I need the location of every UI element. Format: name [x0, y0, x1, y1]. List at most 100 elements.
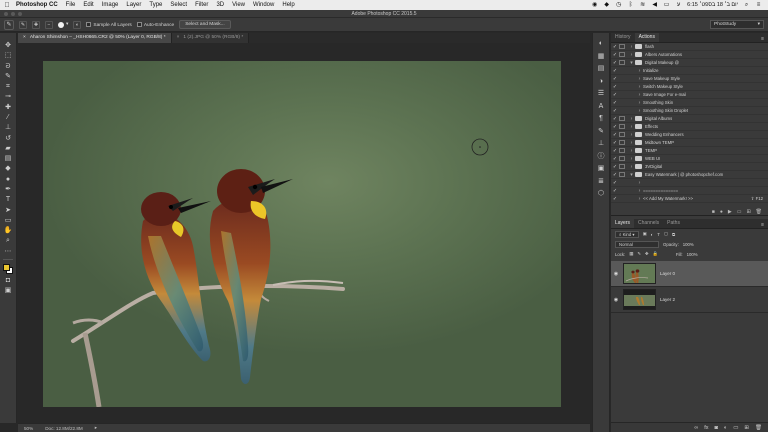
collapsed-arrow-icon[interactable]: › — [636, 84, 643, 90]
clone-source-icon[interactable]: ⊥ — [596, 139, 606, 148]
layer-row[interactable]: ◉ Layer 2 — [611, 287, 768, 313]
visibility-eye-icon[interactable]: ◉ — [611, 297, 621, 303]
libraries-panel-icon[interactable]: ▤ — [596, 64, 606, 73]
type-tool-icon[interactable]: T — [3, 196, 13, 204]
toggle-check-icon[interactable]: ✓ — [611, 100, 619, 106]
dialog-toggle-icon[interactable] — [619, 60, 625, 65]
action-row[interactable]: ✓ › Switch Makeup Style — [611, 83, 768, 91]
collapsed-arrow-icon[interactable]: › — [636, 76, 643, 82]
checkbox-box[interactable] — [86, 21, 92, 27]
action-row[interactable]: ✓ › 3VDigital — [611, 163, 768, 171]
quick-selection-tool-icon[interactable]: ✎ — [3, 73, 13, 81]
more-tools-icon[interactable]: ⋯ — [3, 248, 13, 256]
lock-position-icon[interactable]: ✥ — [645, 251, 649, 257]
trash-icon[interactable]: 🗑 — [756, 209, 762, 215]
zoom-tool-icon[interactable]: ⌕ — [3, 237, 13, 245]
action-row[interactable]: ✓ › WEB UI — [611, 155, 768, 163]
panel-menu-icon[interactable]: ≡ — [761, 36, 768, 42]
play-icon[interactable]: ▶ — [728, 209, 732, 215]
history-brush-tool-icon[interactable]: ↺ — [3, 135, 13, 143]
collapsed-arrow-icon[interactable]: › — [628, 156, 635, 162]
toggle-check-icon[interactable]: ✓ — [611, 76, 619, 82]
quick-mask-icon[interactable]: ◘ — [3, 277, 13, 285]
sample-all-layers-checkbox[interactable]: Sample All Layers — [86, 21, 132, 27]
toggle-check-icon[interactable]: ✓ — [611, 180, 619, 186]
toggle-check-icon[interactable]: ✓ — [611, 60, 619, 66]
layer-kind-filter[interactable]: ⌕ Kind ▾ — [615, 230, 639, 238]
lock-transparency-icon[interactable]: ▦ — [629, 251, 633, 257]
new-layer-icon[interactable]: ⊞ — [744, 425, 749, 431]
expanded-arrow-icon[interactable]: ▾ — [628, 172, 635, 178]
toggle-check-icon[interactable]: ✓ — [611, 148, 619, 154]
dialog-toggle-icon[interactable] — [619, 52, 625, 57]
action-row[interactable]: ✓ › Albers Automations — [611, 51, 768, 59]
action-row[interactable]: ✓ ▾ Digital Makeup @ — [611, 59, 768, 67]
action-row[interactable]: ✓ › Digital Albums — [611, 115, 768, 123]
menu-view[interactable]: View — [228, 2, 249, 8]
hand-tool-icon[interactable]: ✋ — [3, 227, 13, 235]
action-row[interactable]: ✓ › Initialize — [611, 67, 768, 75]
action-row[interactable]: ✓ › Save Image For e-mail — [611, 91, 768, 99]
menu-file[interactable]: File — [62, 2, 80, 8]
filter-smart-object-icon[interactable]: ⧉ — [672, 232, 675, 237]
minimize-window-button[interactable] — [11, 12, 15, 16]
toggle-check-icon[interactable]: ✓ — [611, 156, 619, 162]
zoom-level[interactable]: 50% — [24, 426, 33, 431]
collapsed-arrow-icon[interactable]: › — [628, 52, 635, 58]
toggle-check-icon[interactable]: ✓ — [611, 44, 619, 50]
collapsed-arrow-icon[interactable]: › — [628, 164, 635, 170]
color-swatches[interactable] — [2, 263, 14, 275]
blend-mode-select[interactable]: Normal — [615, 240, 659, 248]
clone-stamp-tool-icon[interactable]: ⊥ — [3, 124, 13, 132]
dodge-tool-icon[interactable]: ● — [3, 176, 13, 184]
eraser-tool-icon[interactable]: ▰ — [3, 145, 13, 153]
menu-select[interactable]: Select — [166, 2, 191, 8]
adjustment-layer-icon[interactable]: ◐ — [724, 425, 727, 431]
notification-center-icon[interactable]: ≡ — [755, 2, 762, 8]
fill-value[interactable]: 100% — [687, 252, 698, 257]
toggle-check-icon[interactable]: ✓ — [611, 164, 619, 170]
document-tab-active[interactable]: × Aharon Shimshon – _HSH0665.CR2 @ 50% (L… — [18, 33, 172, 43]
chevron-right-icon[interactable]: ▸ — [95, 425, 97, 431]
brush-presets-icon[interactable]: ✎ — [596, 127, 606, 136]
stop-icon[interactable]: ■ — [712, 209, 715, 215]
apple-menu-icon[interactable]:  — [0, 2, 14, 9]
toggle-check-icon[interactable]: ✓ — [611, 196, 619, 202]
toggle-check-icon[interactable]: ✓ — [611, 92, 619, 98]
layer-row[interactable]: ◉ Layer 0 — [611, 261, 768, 287]
collapsed-arrow-icon[interactable]: › — [636, 108, 643, 114]
action-row[interactable]: ✓ › Effects — [611, 123, 768, 131]
tab-channels[interactable]: Channels — [634, 219, 663, 228]
crop-tool-icon[interactable]: ⌗ — [3, 83, 13, 91]
creative-cloud-icon[interactable]: ◉ — [591, 2, 598, 8]
subtract-from-selection-icon[interactable]: − — [45, 20, 53, 29]
collapsed-arrow-icon[interactable]: › — [628, 148, 635, 154]
menu-image[interactable]: Image — [98, 2, 123, 8]
character-panel-icon[interactable]: A — [596, 102, 606, 111]
action-row[interactable]: ✓ › Smoothing Skin — [611, 99, 768, 107]
swatches-panel-icon[interactable]: ▦ — [596, 52, 606, 61]
action-row[interactable]: ✓ › << Add My Watermark! >> ⇧ F12 — [611, 195, 768, 203]
dropbox-icon[interactable]: ◆ — [603, 2, 610, 8]
menu-edit[interactable]: Edit — [79, 2, 97, 8]
toggle-check-icon[interactable]: ✓ — [611, 172, 619, 178]
opacity-value[interactable]: 100% — [683, 242, 694, 247]
collapsed-arrow-icon[interactable]: › — [636, 188, 643, 194]
dialog-toggle-icon[interactable] — [619, 140, 625, 145]
path-selection-tool-icon[interactable]: ➤ — [3, 207, 13, 215]
tab-actions[interactable]: Actions — [634, 33, 659, 42]
blur-tool-icon[interactable]: ◆ — [3, 165, 13, 173]
tab-history[interactable]: History — [611, 33, 635, 42]
add-to-selection-icon[interactable]: ✚ — [32, 20, 40, 29]
move-tool-icon[interactable]: ✥ — [3, 42, 13, 50]
dialog-toggle-icon[interactable] — [619, 132, 625, 137]
toggle-check-icon[interactable]: ✓ — [611, 108, 619, 114]
action-row[interactable]: ✓ › TEMP — [611, 147, 768, 155]
new-group-icon[interactable]: ▭ — [733, 425, 738, 431]
filter-adjustment-icon[interactable]: ◐ — [651, 232, 654, 237]
document-tab[interactable]: × 1 (2).JPG @ 50% (RGB/8) * — [171, 33, 250, 43]
layer-name[interactable]: Layer 2 — [660, 297, 675, 302]
filter-shape-icon[interactable]: ▢ — [664, 231, 668, 237]
gradient-tool-icon[interactable]: ▤ — [3, 155, 13, 163]
menu-type[interactable]: Type — [145, 2, 166, 8]
